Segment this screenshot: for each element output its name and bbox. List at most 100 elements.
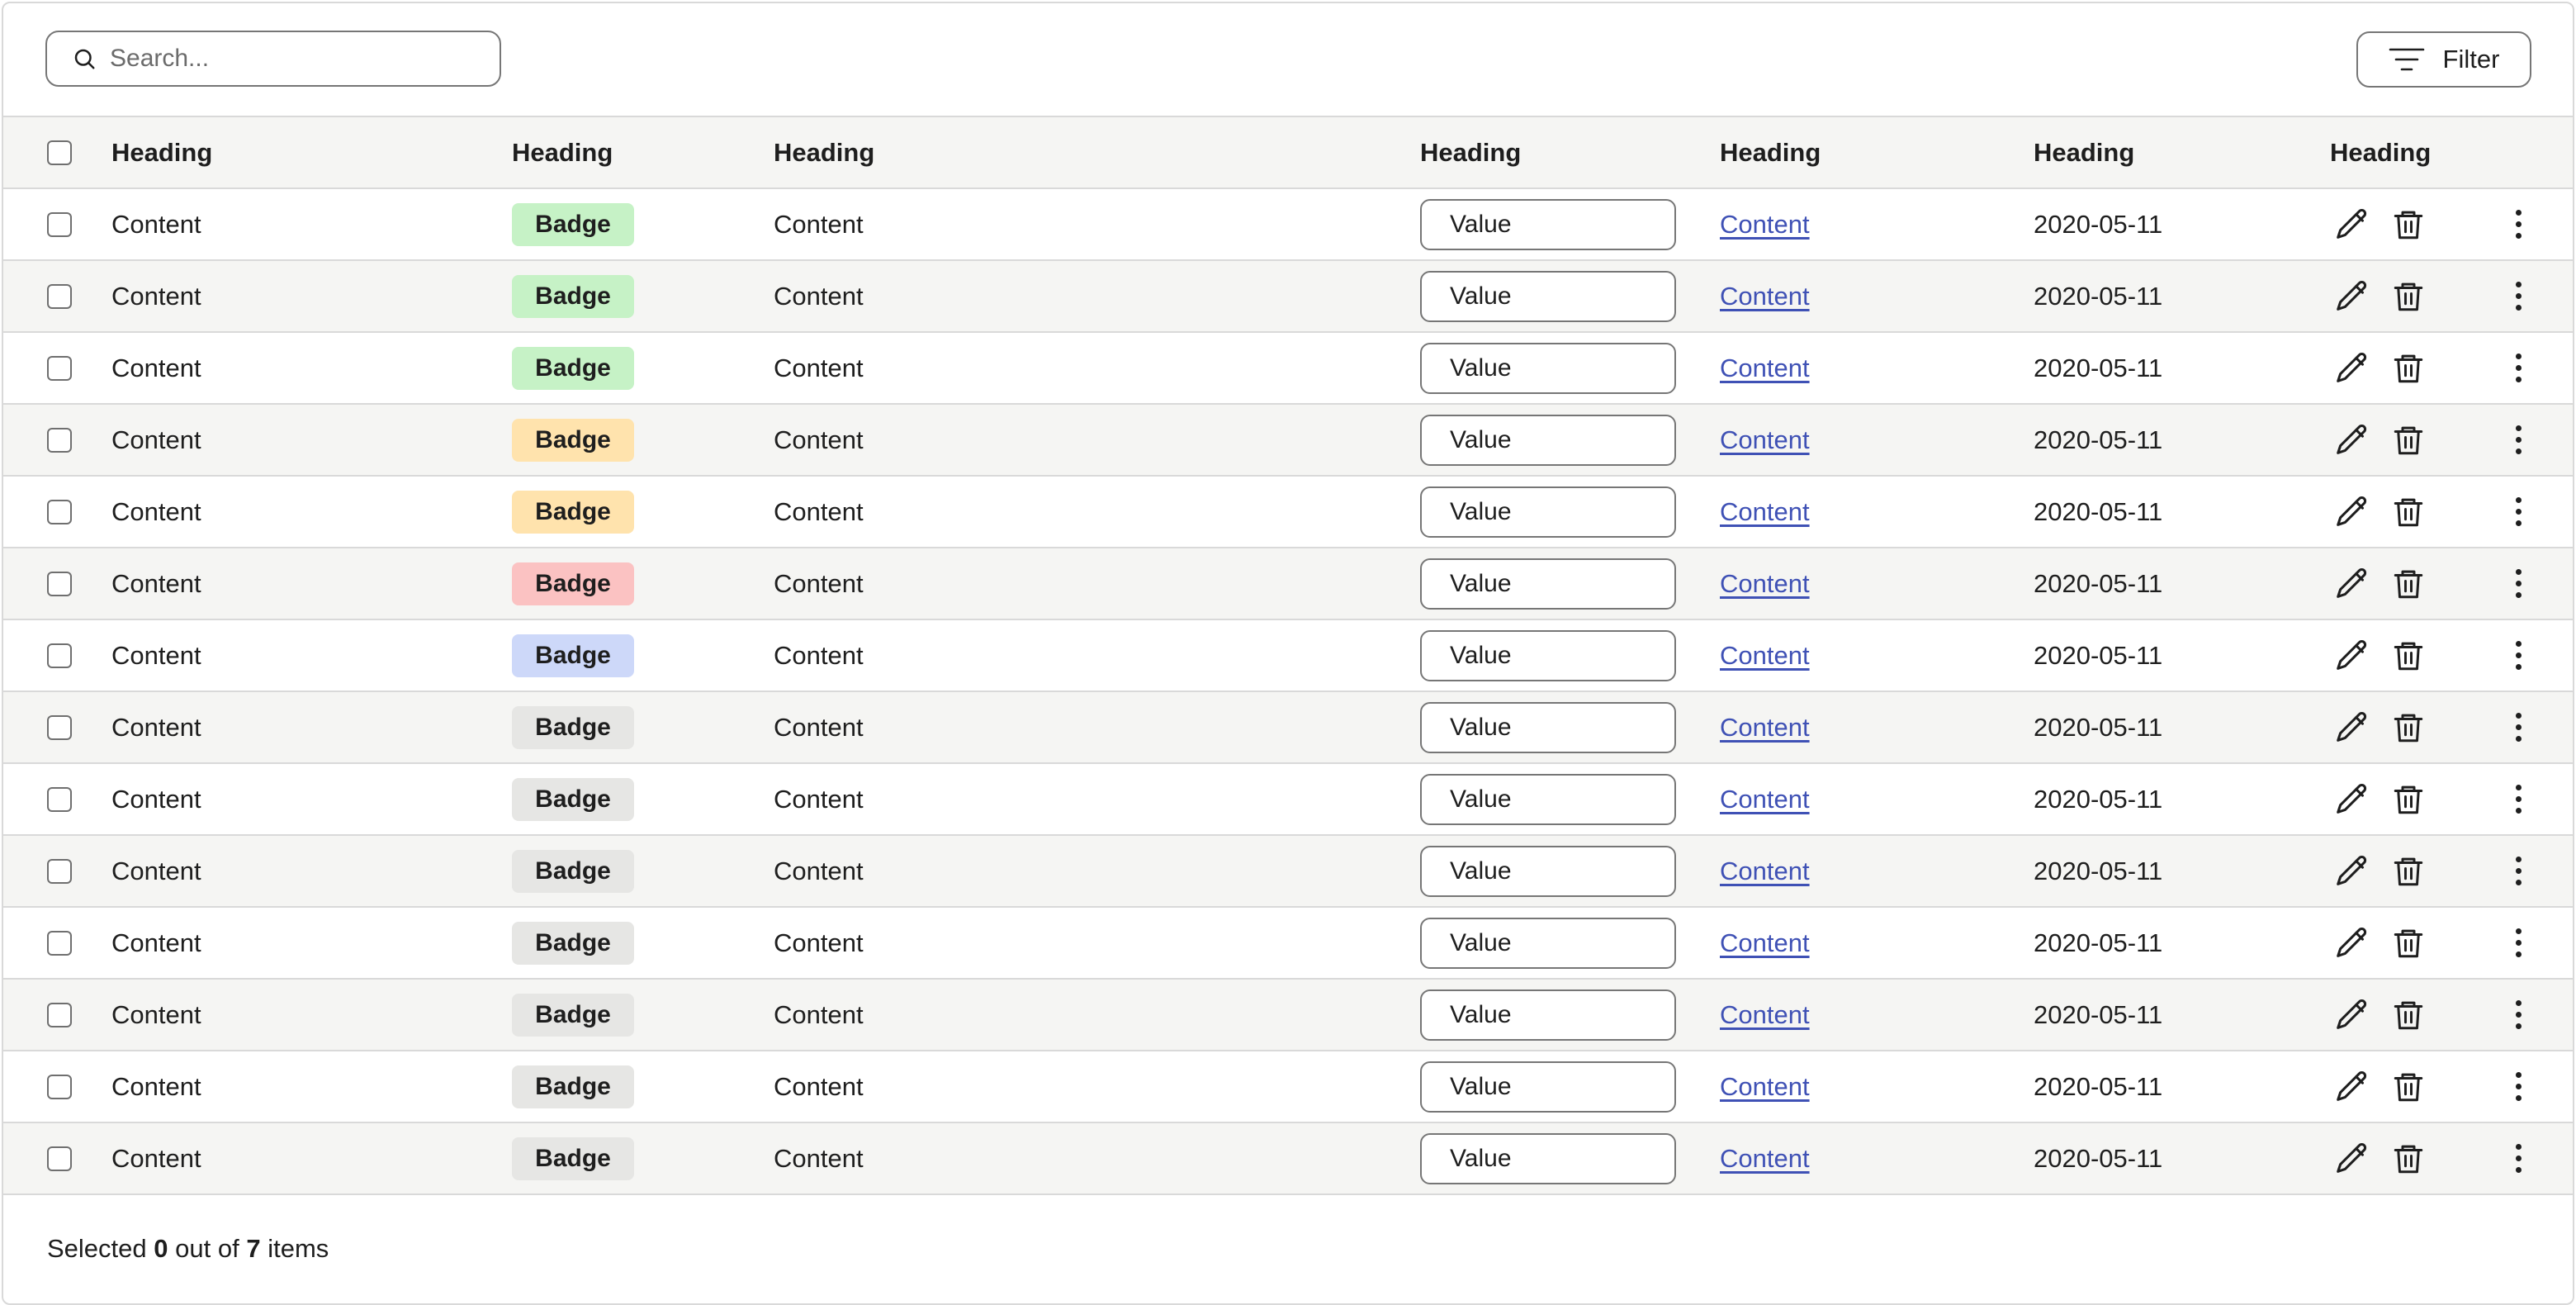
pencil-edit-icon[interactable] — [2330, 634, 2375, 678]
row-checkbox[interactable] — [47, 427, 72, 453]
row-checkbox[interactable] — [47, 283, 72, 309]
pencil-edit-icon[interactable] — [2330, 993, 2375, 1037]
column-header[interactable]: Heading — [774, 117, 874, 187]
value-input[interactable]: Value — [1420, 270, 1676, 322]
content-link[interactable]: Content — [1720, 282, 1810, 311]
trash-delete-icon[interactable] — [2386, 1065, 2431, 1109]
pencil-edit-icon[interactable] — [2330, 418, 2375, 463]
row-checkbox[interactable] — [47, 643, 72, 668]
content-link[interactable]: Content — [1720, 210, 1810, 240]
more-vertical-icon[interactable] — [2510, 631, 2526, 681]
pencil-edit-icon[interactable] — [2330, 921, 2375, 966]
more-vertical-icon[interactable] — [2510, 487, 2526, 537]
content-link[interactable]: Content — [1720, 857, 1810, 886]
pencil-edit-icon[interactable] — [2330, 849, 2375, 894]
more-vertical-icon[interactable] — [2510, 847, 2526, 896]
value-input[interactable]: Value — [1420, 917, 1676, 969]
column-header[interactable]: Heading — [512, 117, 613, 187]
pencil-edit-icon[interactable] — [2330, 346, 2375, 391]
column-header[interactable]: Heading — [111, 117, 212, 187]
value-input[interactable]: Value — [1420, 701, 1676, 753]
value-input[interactable]: Value — [1420, 989, 1676, 1041]
trash-delete-icon[interactable] — [2386, 993, 2431, 1037]
value-input[interactable]: Value — [1420, 198, 1676, 250]
search-input[interactable] — [110, 45, 473, 73]
column-header[interactable]: Heading — [1420, 117, 1521, 187]
pencil-edit-icon[interactable] — [2330, 274, 2375, 319]
trash-delete-icon[interactable] — [2386, 705, 2431, 750]
status-badge: Badge — [512, 418, 634, 462]
value-input[interactable]: Value — [1420, 342, 1676, 394]
trash-delete-icon[interactable] — [2386, 921, 2431, 966]
value-input[interactable]: Value — [1420, 845, 1676, 897]
pencil-edit-icon[interactable] — [2330, 1065, 2375, 1109]
row-checkbox[interactable] — [47, 1002, 72, 1027]
content-link[interactable]: Content — [1720, 354, 1810, 383]
more-vertical-icon[interactable] — [2510, 918, 2526, 968]
row-checkbox[interactable] — [47, 499, 72, 524]
content-link[interactable]: Content — [1720, 1144, 1810, 1174]
link-cell: Content — [1720, 1123, 1810, 1193]
column-header[interactable]: Heading — [1720, 117, 1821, 187]
row-checkbox[interactable] — [47, 858, 72, 884]
row-checkbox[interactable] — [47, 930, 72, 956]
trash-delete-icon[interactable] — [2386, 418, 2431, 463]
trash-delete-icon[interactable] — [2386, 346, 2431, 391]
content-link[interactable]: Content — [1720, 497, 1810, 527]
more-vertical-icon[interactable] — [2510, 200, 2526, 249]
table-row: Content Badge Content Value Content 2020-05-1… — [3, 834, 2573, 906]
value-input[interactable]: Value — [1420, 414, 1676, 466]
select-all-checkbox[interactable] — [47, 140, 72, 165]
pencil-edit-icon[interactable] — [2330, 562, 2375, 606]
more-vertical-icon[interactable] — [2510, 775, 2526, 824]
more-vertical-icon[interactable] — [2510, 990, 2526, 1040]
pencil-edit-icon[interactable] — [2330, 490, 2375, 534]
row-checkbox[interactable] — [47, 1074, 72, 1099]
more-vertical-icon[interactable] — [2510, 1134, 2526, 1184]
pencil-edit-icon[interactable] — [2330, 1137, 2375, 1181]
row-checkbox[interactable] — [47, 1146, 72, 1171]
content-link[interactable]: Content — [1720, 1000, 1810, 1030]
more-vertical-icon[interactable] — [2510, 703, 2526, 752]
content-link[interactable]: Content — [1720, 928, 1810, 958]
trash-delete-icon[interactable] — [2386, 1137, 2431, 1181]
row-checkbox[interactable] — [47, 571, 72, 596]
row-checkbox[interactable] — [47, 786, 72, 812]
content-link[interactable]: Content — [1720, 713, 1810, 743]
column-header[interactable]: Heading — [2034, 117, 2134, 187]
search-field[interactable] — [45, 31, 501, 87]
content-link[interactable]: Content — [1720, 1072, 1810, 1102]
value-cell: Value — [1420, 189, 1676, 259]
filter-button[interactable]: Filter — [2356, 31, 2531, 88]
trash-delete-icon[interactable] — [2386, 634, 2431, 678]
trash-delete-icon[interactable] — [2386, 274, 2431, 319]
value-input[interactable]: Value — [1420, 773, 1676, 825]
content-link[interactable]: Content — [1720, 425, 1810, 455]
pencil-edit-icon[interactable] — [2330, 705, 2375, 750]
pencil-edit-icon[interactable] — [2330, 777, 2375, 822]
trash-delete-icon[interactable] — [2386, 777, 2431, 822]
more-vertical-icon[interactable] — [2510, 344, 2526, 393]
trash-delete-icon[interactable] — [2386, 849, 2431, 894]
trash-delete-icon[interactable] — [2386, 202, 2431, 247]
more-vertical-icon[interactable] — [2510, 272, 2526, 321]
pencil-edit-icon[interactable] — [2330, 202, 2375, 247]
value-input[interactable]: Value — [1420, 1061, 1676, 1113]
content-link[interactable]: Content — [1720, 641, 1810, 671]
more-vertical-icon[interactable] — [2510, 559, 2526, 609]
more-vertical-icon[interactable] — [2510, 415, 2526, 465]
value-input[interactable]: Value — [1420, 629, 1676, 681]
row-checkbox[interactable] — [47, 211, 72, 237]
value-input[interactable]: Value — [1420, 486, 1676, 538]
value-input[interactable]: Value — [1420, 1132, 1676, 1184]
value-cell: Value — [1420, 333, 1676, 403]
trash-delete-icon[interactable] — [2386, 562, 2431, 606]
content-link[interactable]: Content — [1720, 569, 1810, 599]
value-input[interactable]: Value — [1420, 558, 1676, 610]
content-link[interactable]: Content — [1720, 785, 1810, 814]
more-vertical-icon[interactable] — [2510, 1062, 2526, 1112]
column-header[interactable]: Heading — [2330, 117, 2431, 187]
row-checkbox[interactable] — [47, 714, 72, 740]
row-checkbox[interactable] — [47, 355, 72, 381]
trash-delete-icon[interactable] — [2386, 490, 2431, 534]
